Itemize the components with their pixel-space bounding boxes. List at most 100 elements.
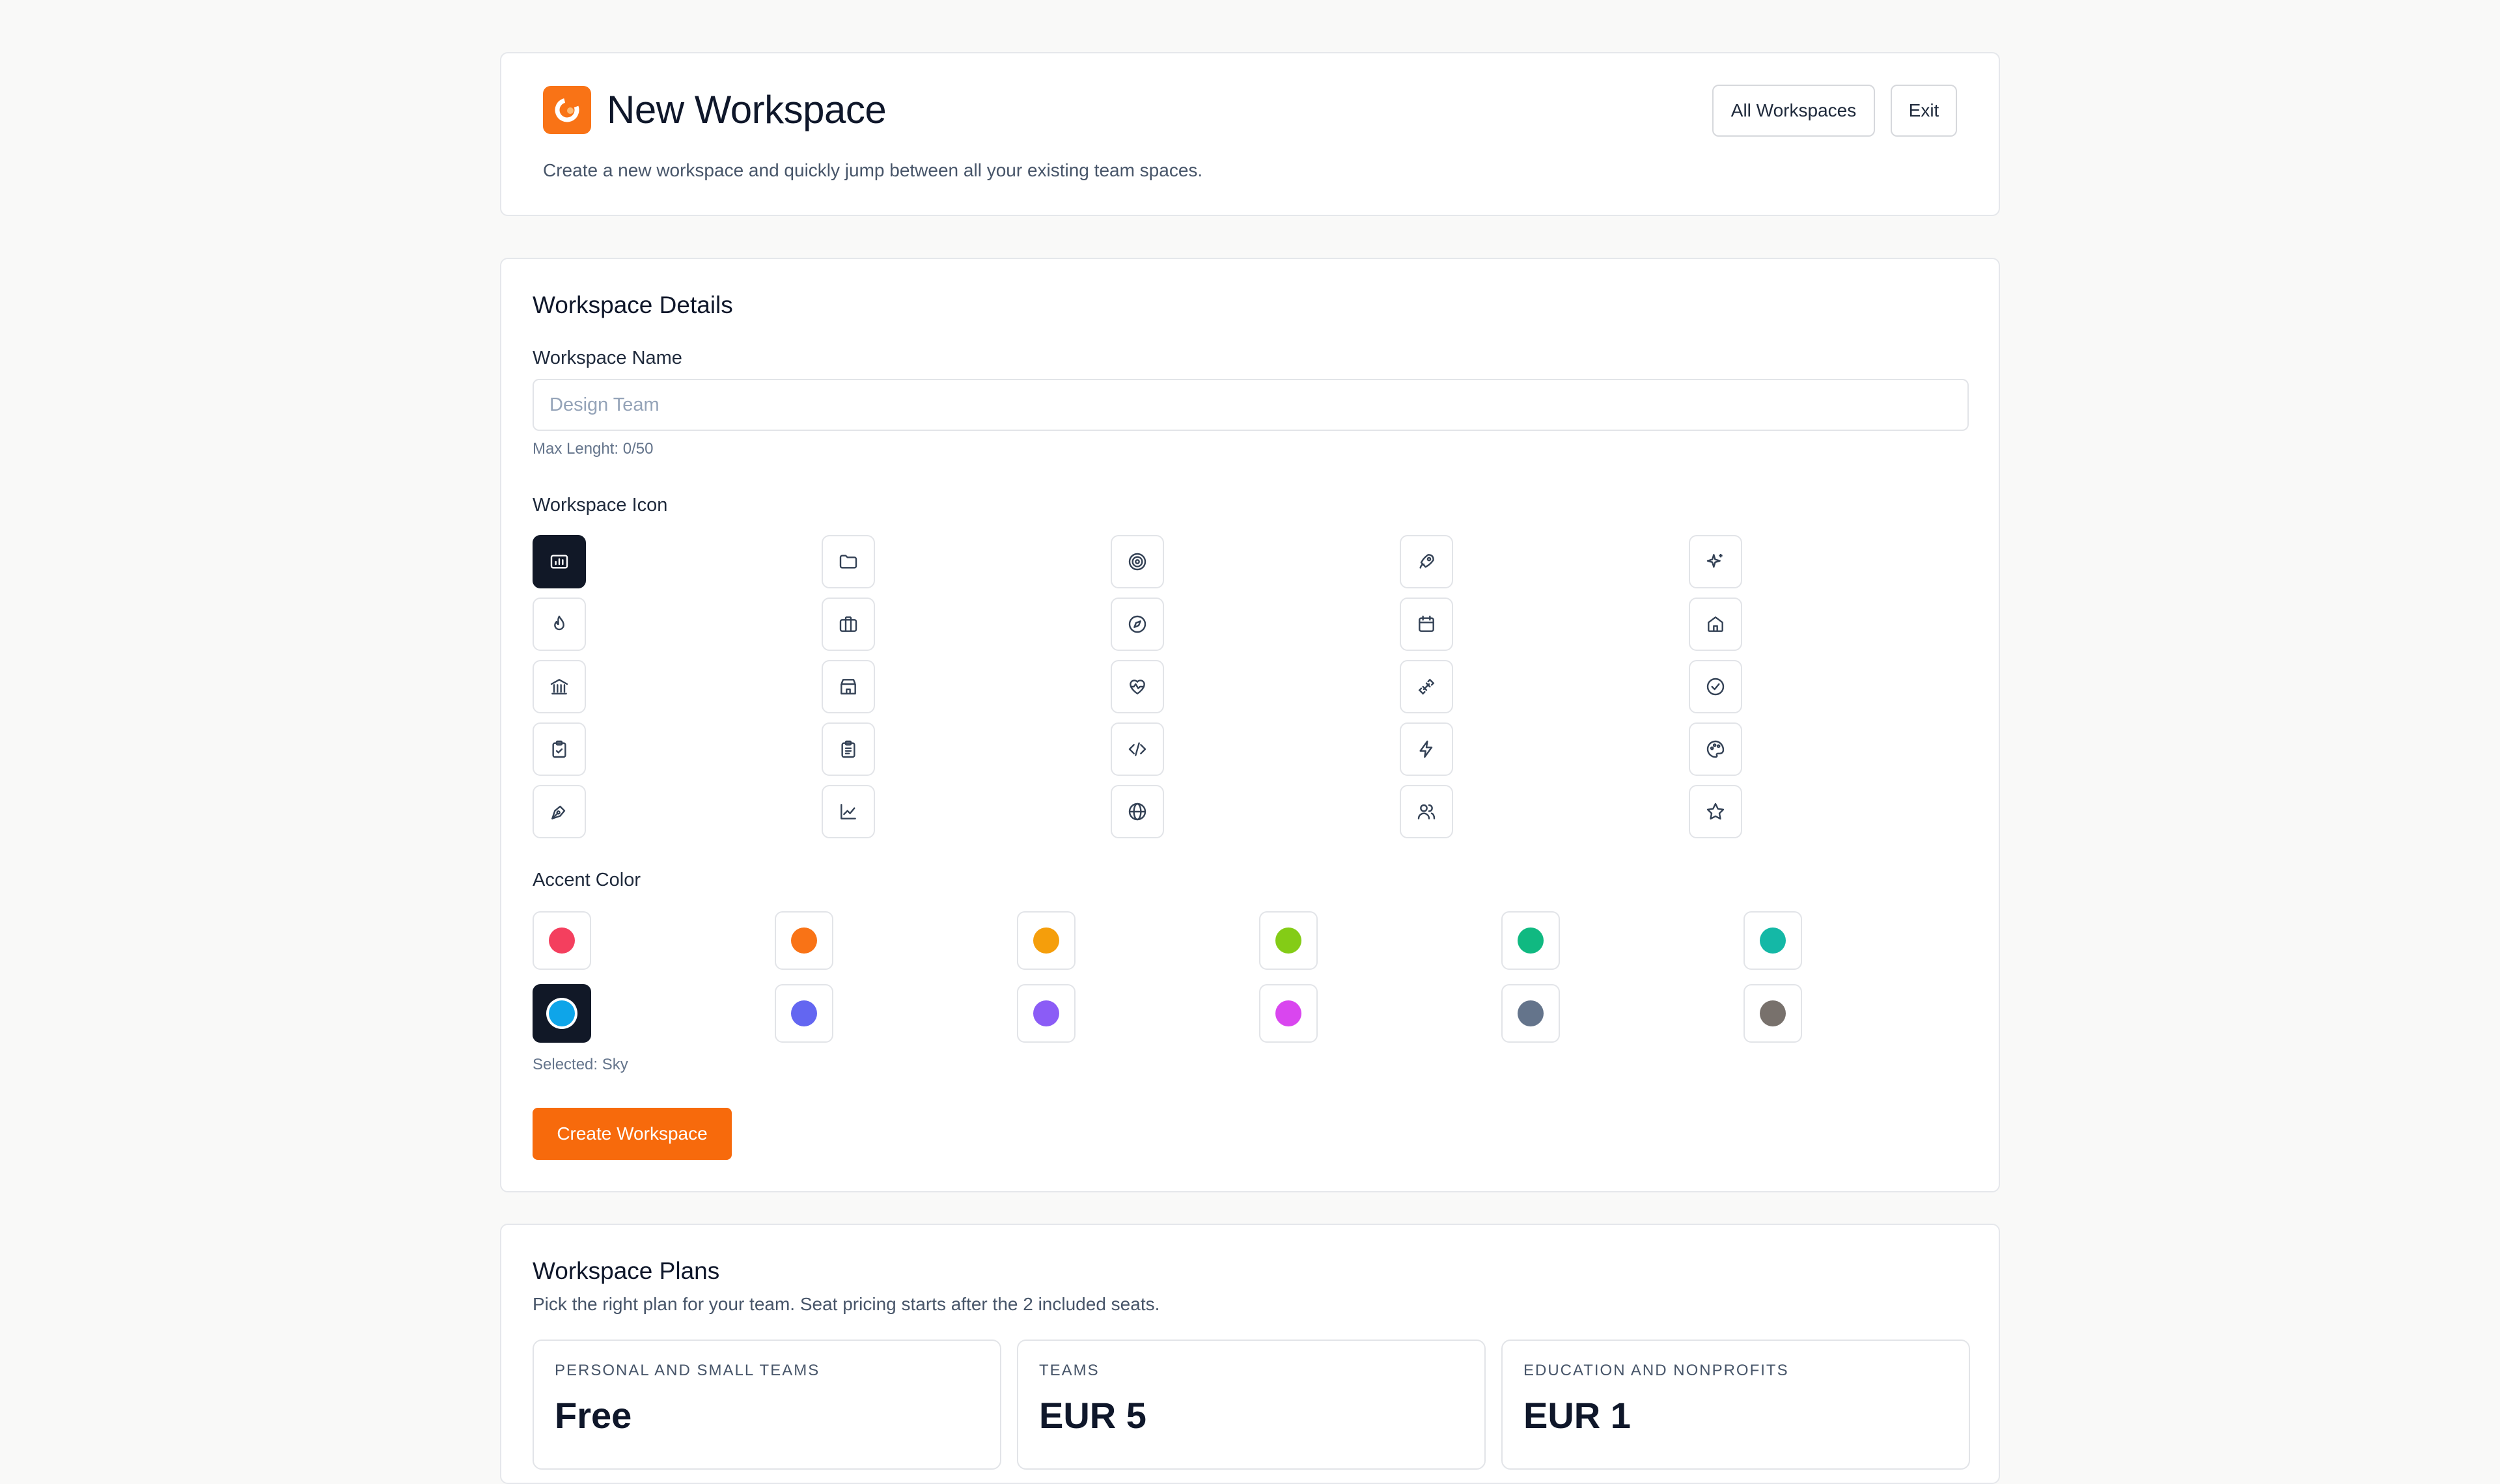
page-title: New Workspace: [607, 88, 887, 131]
landmark-icon: [550, 679, 568, 694]
workspace-details-card: Workspace Details Workspace Name Max Len…: [500, 258, 2000, 1192]
rocket-icon: [1419, 554, 1434, 569]
color-swatch-amber[interactable]: [1017, 911, 1076, 970]
icon-option-sparkles[interactable]: [1689, 535, 1742, 588]
icon-option-chart-folder[interactable]: [533, 535, 586, 588]
icon-option-briefcase[interactable]: [822, 598, 875, 651]
create-workspace-button[interactable]: Create Workspace: [533, 1108, 732, 1160]
max-length-hint: Max Lenght: 0/50: [533, 440, 654, 458]
color-dot: [1760, 928, 1786, 954]
pen-tool-icon: [551, 805, 566, 819]
calendar-icon: [1419, 615, 1434, 632]
icon-option-compass[interactable]: [1111, 598, 1164, 651]
color-swatch-slate[interactable]: [1501, 984, 1560, 1043]
icon-option-flame[interactable]: [533, 598, 586, 651]
briefcase-icon: [839, 616, 857, 632]
heart-pulse-icon: [1130, 680, 1145, 694]
color-dot: [1275, 928, 1301, 954]
star-icon: [1706, 803, 1725, 820]
color-dot: [549, 1000, 575, 1026]
header-card: New Workspace Create a new workspace and…: [500, 52, 2000, 216]
icon-option-users[interactable]: [1400, 785, 1453, 838]
icon-option-check-circle[interactable]: [1689, 660, 1742, 713]
dumbbell-icon: [1418, 678, 1435, 695]
line-chart-icon: [840, 804, 856, 819]
icon-option-landmark[interactable]: [533, 660, 586, 713]
icon-option-home[interactable]: [1689, 598, 1742, 651]
brand-logo-icon: [543, 86, 591, 134]
workspace-name-label: Workspace Name: [533, 348, 682, 368]
color-dot: [791, 1000, 817, 1026]
color-swatch-rose[interactable]: [533, 911, 591, 970]
section-title-plans: Workspace Plans: [533, 1257, 720, 1284]
icon-option-clipboard-list[interactable]: [822, 722, 875, 776]
plan-price: EUR 1: [1523, 1395, 1631, 1436]
color-swatch-violet[interactable]: [1017, 984, 1076, 1043]
color-swatch-orange[interactable]: [775, 911, 833, 970]
color-dot: [1518, 1000, 1544, 1026]
plans-description: Pick the right plan for your team. Seat …: [533, 1294, 1160, 1314]
exit-button[interactable]: Exit: [1891, 85, 1957, 137]
target-icon: [1128, 553, 1146, 571]
icon-option-pen-tool[interactable]: [533, 785, 586, 838]
color-swatch-stone[interactable]: [1743, 984, 1802, 1043]
flame-icon: [554, 615, 564, 631]
check-circle-icon: [1706, 678, 1725, 696]
plan-price: EUR 5: [1039, 1395, 1146, 1436]
workspace-name-input[interactable]: [533, 379, 1969, 431]
icon-option-clipboard-check[interactable]: [533, 722, 586, 776]
globe-icon: [1128, 803, 1146, 821]
all-workspaces-button[interactable]: All Workspaces: [1712, 85, 1875, 137]
users-icon: [1417, 804, 1436, 819]
plan-card-teams[interactable]: TEAMS EUR 5: [1017, 1340, 1486, 1470]
color-dot: [1033, 1000, 1059, 1026]
icon-option-code[interactable]: [1111, 722, 1164, 776]
plan-card-personal[interactable]: PERSONAL AND SMALL TEAMS Free: [533, 1340, 1001, 1470]
icon-option-star[interactable]: [1689, 785, 1742, 838]
plan-card-education[interactable]: EDUCATION AND NONPROFITS EUR 1: [1501, 1340, 1970, 1470]
color-swatch-sky[interactable]: [533, 984, 591, 1043]
icon-option-store[interactable]: [822, 660, 875, 713]
icon-option-line-chart[interactable]: [822, 785, 875, 838]
icon-option-palette[interactable]: [1689, 722, 1742, 776]
color-swatch-fuchsia[interactable]: [1259, 984, 1318, 1043]
icon-option-heart-pulse[interactable]: [1111, 660, 1164, 713]
code-icon: [1128, 742, 1146, 756]
color-dot: [791, 928, 817, 954]
icon-option-zap[interactable]: [1400, 722, 1453, 776]
icon-option-calendar[interactable]: [1400, 598, 1453, 651]
clipboard-list-icon: [841, 740, 855, 758]
color-dot: [549, 928, 575, 954]
folder-icon: [839, 555, 857, 569]
plan-name: PERSONAL AND SMALL TEAMS: [555, 1362, 820, 1379]
icon-option-rocket[interactable]: [1400, 535, 1453, 588]
icon-option-globe[interactable]: [1111, 785, 1164, 838]
color-dot: [1760, 1000, 1786, 1026]
icon-option-target[interactable]: [1111, 535, 1164, 588]
page-description: Create a new workspace and quickly jump …: [543, 160, 1203, 180]
workspace-icon-label: Workspace Icon: [533, 495, 668, 515]
workspace-plans-card: Workspace Plans Pick the right plan for …: [500, 1224, 2000, 1484]
sparkles-icon: [1706, 554, 1723, 568]
color-swatch-teal[interactable]: [1743, 911, 1802, 970]
plan-name: TEAMS: [1039, 1362, 1100, 1379]
color-swatch-emerald[interactable]: [1501, 911, 1560, 970]
color-dot: [1033, 928, 1059, 954]
chart-folder-icon: [550, 555, 568, 569]
zap-icon: [1419, 740, 1433, 758]
selected-color-text: Selected: Sky: [533, 1056, 628, 1073]
icon-option-dumbbell[interactable]: [1400, 660, 1453, 713]
home-icon: [1708, 616, 1723, 632]
store-icon: [840, 679, 856, 694]
color-dot: [1518, 928, 1544, 954]
color-swatch-lime[interactable]: [1259, 911, 1318, 970]
compass-icon: [1128, 615, 1146, 633]
section-title-details: Workspace Details: [533, 292, 733, 318]
palette-icon: [1706, 740, 1725, 758]
accent-color-label: Accent Color: [533, 870, 641, 890]
plan-price: Free: [555, 1395, 632, 1436]
color-swatch-indigo[interactable]: [775, 984, 833, 1043]
icon-option-folder[interactable]: [822, 535, 875, 588]
clipboard-check-icon: [552, 740, 566, 758]
color-dot: [1275, 1000, 1301, 1026]
